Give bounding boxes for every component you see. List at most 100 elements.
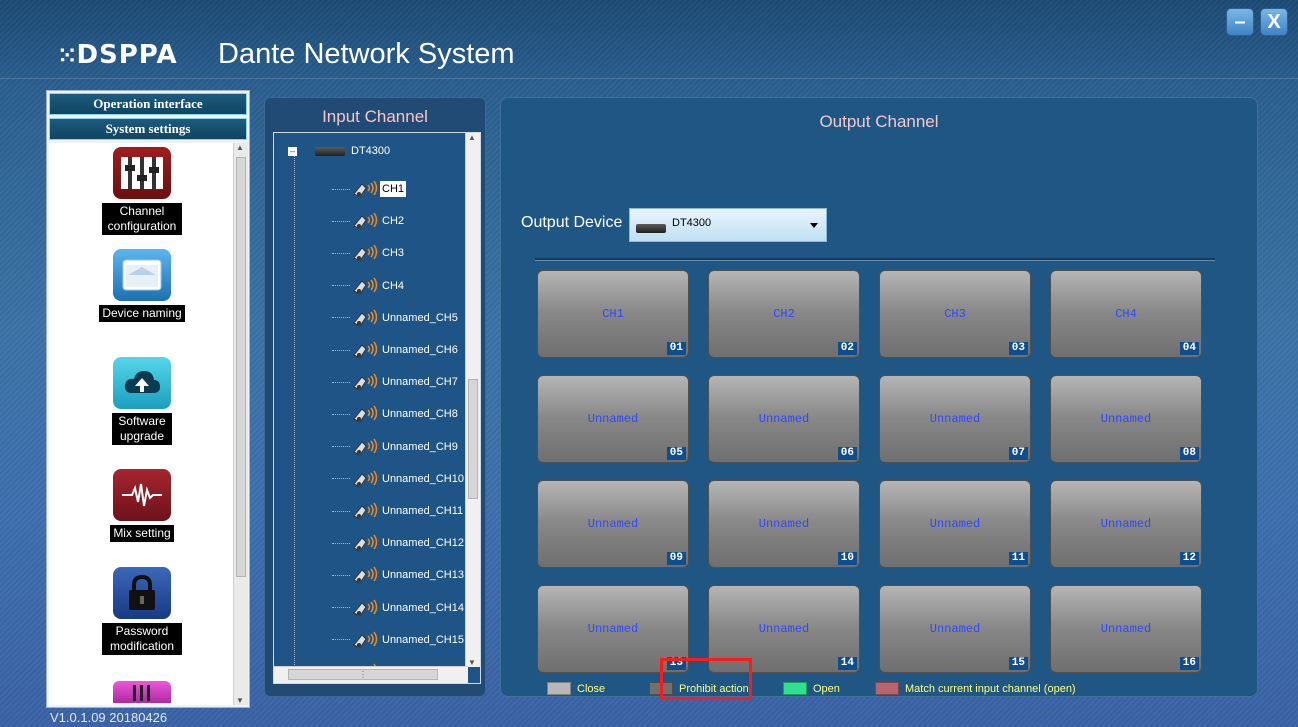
tree-item[interactable]: CH3 bbox=[332, 243, 406, 263]
tree-item[interactable]: Unnamed_CH13 bbox=[332, 565, 466, 585]
scroll-thumb[interactable] bbox=[236, 157, 246, 577]
output-channel-number: 09 bbox=[666, 552, 686, 565]
scroll-down-icon[interactable]: ▼ bbox=[468, 658, 476, 667]
output-channel-number: 01 bbox=[666, 342, 686, 355]
tree-line bbox=[332, 188, 350, 190]
sidebar-item-label: Channel configuration bbox=[102, 203, 182, 235]
tree-item-label: Unnamed_CH12 bbox=[382, 537, 464, 550]
output-channel-button[interactable]: Unnamed 09 bbox=[537, 480, 689, 568]
sidebar: Operation interface System settings Chan… bbox=[46, 90, 250, 708]
speaker-icon bbox=[353, 277, 378, 295]
tree-item[interactable]: Unnamed_CH6 bbox=[332, 340, 460, 360]
sidebar-scrollbar[interactable]: ▲ ▼ bbox=[233, 143, 248, 705]
legend-label: Open bbox=[813, 682, 840, 695]
output-channel-number: 11 bbox=[1008, 552, 1028, 565]
tree-item[interactable]: Unnamed_CH15 bbox=[332, 630, 466, 650]
tree-item-label: Unnamed_CH15 bbox=[382, 633, 464, 646]
close-button[interactable]: X bbox=[1260, 8, 1288, 36]
scroll-down-icon[interactable]: ▼ bbox=[236, 696, 244, 705]
output-channel-button[interactable]: Unnamed 10 bbox=[708, 480, 860, 568]
output-device-value: DT4300 bbox=[672, 217, 712, 229]
output-channel-number: 16 bbox=[1179, 657, 1199, 670]
tree-item-label: Unnamed_CH6 bbox=[382, 344, 458, 356]
output-channel-number: 12 bbox=[1179, 552, 1199, 565]
scroll-thumb[interactable]: ⋮ bbox=[288, 669, 438, 680]
tree-item[interactable]: Unnamed_CH5 bbox=[332, 308, 460, 328]
output-channel-button[interactable]: Unnamed 05 bbox=[537, 375, 689, 463]
output-divider bbox=[535, 258, 1215, 261]
tree-line bbox=[332, 446, 350, 448]
system-settings-button[interactable]: System settings bbox=[49, 118, 247, 140]
output-channel-name: CH2 bbox=[773, 307, 795, 321]
tree-item-label: CH1 bbox=[380, 181, 407, 197]
scroll-up-icon[interactable]: ▲ bbox=[236, 143, 244, 152]
sidebar-item-channel-configuration[interactable]: Channel configuration bbox=[99, 147, 185, 235]
tree-item[interactable]: Unnamed_CH12 bbox=[332, 533, 466, 553]
speaker-icon bbox=[353, 212, 378, 230]
device-icon bbox=[315, 146, 345, 156]
tree-item-label: Unnamed_CH11 bbox=[382, 505, 464, 517]
tree-item[interactable]: Unnamed_CH9 bbox=[332, 437, 460, 457]
tree-item[interactable]: CH4 bbox=[332, 276, 406, 296]
sidebar-item-mix-setting[interactable]: Mix setting bbox=[99, 469, 185, 542]
tree-item[interactable]: Unnamed_CH7 bbox=[332, 372, 460, 392]
tree-line bbox=[294, 155, 295, 683]
tree-item-label: Unnamed_CH13 bbox=[382, 569, 464, 582]
sidebar-item-password-modification[interactable]: Password modification bbox=[99, 567, 185, 655]
tree-item[interactable]: CH2 bbox=[332, 211, 406, 231]
speaker-icon bbox=[353, 470, 378, 488]
output-channel-button[interactable]: Unnamed 11 bbox=[879, 480, 1031, 568]
tree-item-label: Unnamed_CH7 bbox=[382, 376, 458, 389]
tree-line bbox=[332, 574, 350, 576]
output-channel-name: Unnamed bbox=[1100, 412, 1152, 426]
minimize-button[interactable]: – bbox=[1226, 8, 1254, 36]
operation-interface-button[interactable]: Operation interface bbox=[49, 93, 247, 115]
tree-item[interactable]: Unnamed_CH14 bbox=[332, 598, 466, 618]
highlight-box bbox=[660, 658, 752, 700]
scroll-thumb[interactable] bbox=[468, 379, 478, 499]
tree-line bbox=[332, 317, 350, 319]
input-channel-tree: – DT4300 CH1 CH2 CH3 CH4 Unnamed_CH5 Unnamed_… bbox=[273, 132, 481, 684]
output-channel-button[interactable]: CH2 02 bbox=[708, 270, 860, 358]
chevron-down-icon[interactable] bbox=[810, 223, 818, 228]
tree-item[interactable]: Unnamed_CH8 bbox=[332, 404, 460, 424]
sidebar-item-software-upgrade[interactable]: Software upgrade bbox=[99, 357, 185, 445]
sidebar-item-device-naming[interactable]: Device naming bbox=[99, 249, 185, 322]
tree-root-device[interactable]: – DT4300 bbox=[288, 145, 390, 157]
output-device-select[interactable]: DT4300 bbox=[629, 208, 827, 242]
output-channel-number: 04 bbox=[1179, 342, 1199, 355]
tree-item-label: CH2 bbox=[382, 215, 405, 228]
output-channel-button[interactable]: Unnamed 06 bbox=[708, 375, 860, 463]
legend-swatch bbox=[875, 682, 899, 695]
tree-item-label: Unnamed_CH9 bbox=[382, 440, 458, 453]
output-channel-button[interactable]: Unnamed 07 bbox=[879, 375, 1031, 463]
tree-item[interactable]: Unnamed_CH10 bbox=[332, 469, 466, 489]
input-channel-title: Input Channel bbox=[322, 107, 428, 126]
tree-item[interactable]: CH1 bbox=[332, 179, 407, 199]
output-channel-button[interactable]: CH4 04 bbox=[1050, 270, 1202, 358]
output-channel-button[interactable]: CH1 01 bbox=[537, 270, 689, 358]
speaker-icon bbox=[353, 405, 378, 424]
tree-item[interactable]: Unnamed_CH11 bbox=[332, 501, 465, 521]
speaker-icon bbox=[353, 631, 378, 649]
scroll-up-icon[interactable]: ▲ bbox=[468, 133, 476, 142]
output-channel-button[interactable]: Unnamed 12 bbox=[1050, 480, 1202, 568]
speaker-icon bbox=[353, 309, 378, 327]
speaker-icon bbox=[353, 438, 378, 456]
tree-horizontal-scrollbar[interactable]: ⋮ bbox=[274, 666, 468, 683]
output-channel-number: 07 bbox=[1008, 447, 1028, 460]
output-channel-button[interactable]: CH3 03 bbox=[879, 270, 1031, 358]
collapse-icon[interactable]: – bbox=[288, 146, 297, 156]
output-channel-button[interactable]: Unnamed 15 bbox=[879, 585, 1031, 673]
output-channel-name: Unnamed bbox=[929, 412, 981, 426]
speaker-icon bbox=[353, 566, 378, 585]
output-channel-button[interactable]: Unnamed 16 bbox=[1050, 585, 1202, 673]
tree-item-label: Unnamed_CH10 bbox=[382, 472, 464, 485]
sidebar-item-partial[interactable] bbox=[99, 681, 185, 703]
legend-item: Match current input channel (open) bbox=[875, 682, 1076, 695]
output-channel-button[interactable]: Unnamed 08 bbox=[1050, 375, 1202, 463]
speaker-icon bbox=[353, 180, 378, 198]
tree-vertical-scrollbar[interactable]: ▲ ▼ bbox=[465, 133, 480, 667]
output-channel-number: 08 bbox=[1179, 447, 1199, 460]
window-icon bbox=[113, 249, 171, 301]
